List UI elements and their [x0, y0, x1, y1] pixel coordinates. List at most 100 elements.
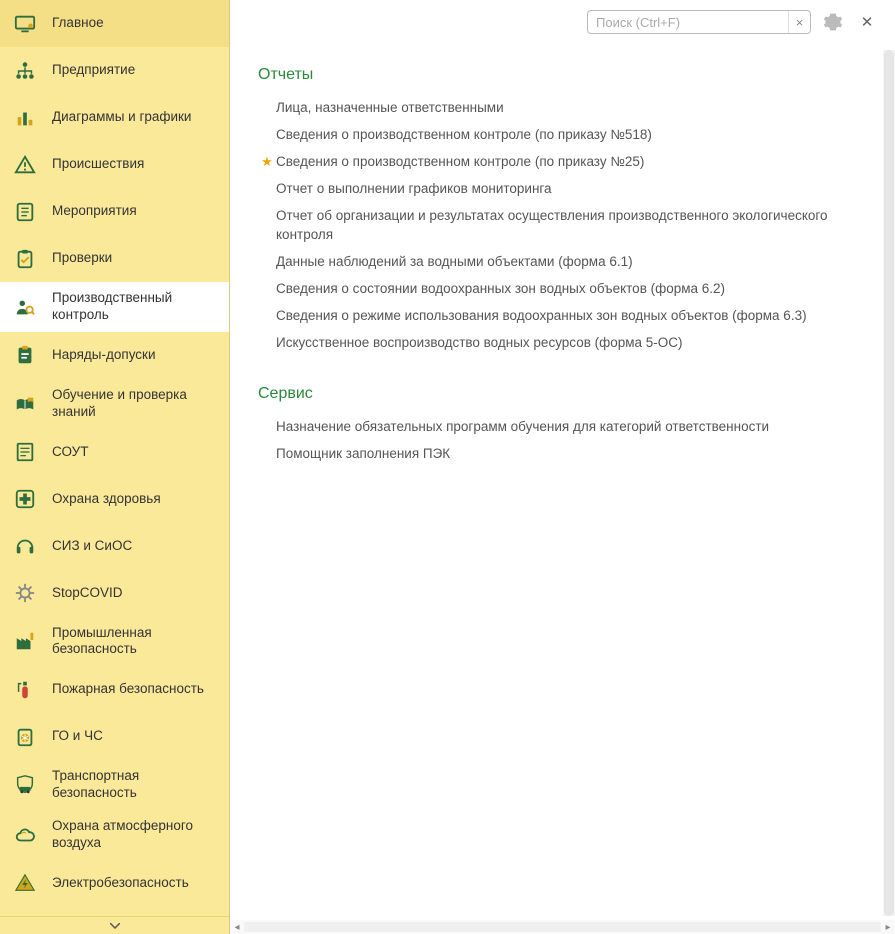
orgchart-icon: [14, 60, 36, 82]
search-input[interactable]: [588, 15, 788, 30]
sidebar-item-1[interactable]: Предприятие: [0, 47, 229, 94]
list-item: Лица, назначенные ответственными: [258, 94, 867, 121]
sidebar-item-label: Промышленная безопасность: [52, 625, 219, 659]
sidebar-item-label: Пожарная безопасность: [52, 681, 219, 698]
sidebar-item-9[interactable]: СОУТ: [0, 429, 229, 476]
star-icon[interactable]: [258, 334, 276, 335]
sidebar-item-10[interactable]: Охрана здоровья: [0, 476, 229, 523]
sidebar-item-13[interactable]: Промышленная безопасность: [0, 617, 229, 667]
form-icon: [14, 441, 36, 463]
sidebar-item-label: Предприятие: [52, 62, 219, 79]
sidebar-item-label: Диаграммы и графики: [52, 109, 219, 126]
section-title: Отчеты: [258, 66, 867, 84]
report-link[interactable]: Помощник заполнения ПЭК: [276, 445, 450, 463]
sidebar-item-2[interactable]: Диаграммы и графики: [0, 94, 229, 141]
sidebar-item-label: ГО и ЧС: [52, 728, 219, 745]
list-item: Помощник заполнения ПЭК: [258, 440, 867, 467]
sidebar-item-6[interactable]: Производственный контроль: [0, 282, 229, 332]
star-icon[interactable]: [258, 99, 276, 100]
list-item: Назначение обязательных программ обучени…: [258, 413, 867, 440]
report-link[interactable]: Лица, назначенные ответственными: [276, 99, 504, 117]
list-item: Отчет об организации и результатах осуще…: [258, 203, 867, 248]
sidebar-item-label: Охрана атмосферного воздуха: [52, 818, 219, 852]
report-link[interactable]: Данные наблюдений за водными объектами (…: [276, 253, 633, 271]
clipboard-check-icon: [14, 248, 36, 270]
close-icon: ✕: [861, 14, 874, 31]
settings-button[interactable]: [821, 10, 845, 34]
link-list: Лица, назначенные ответственными Сведения…: [258, 94, 867, 357]
monitor-icon: [14, 13, 36, 35]
star-icon[interactable]: [258, 445, 276, 446]
sidebar-item-15[interactable]: ГО и ЧС: [0, 713, 229, 760]
sidebar-item-0[interactable]: Главное: [0, 0, 229, 47]
extinguisher-icon: [14, 679, 36, 701]
sidebar-item-8[interactable]: Обучение и проверка знаний: [0, 379, 229, 429]
report-link[interactable]: Сведения о состоянии водоохранных зон во…: [276, 280, 725, 298]
sidebar-item-5[interactable]: Проверки: [0, 235, 229, 282]
star-icon[interactable]: [258, 207, 276, 208]
horizontal-scrollbar-track[interactable]: [244, 922, 881, 932]
document-list-icon: [14, 201, 36, 223]
scroll-right-arrow[interactable]: ▸: [881, 920, 895, 934]
sidebar-item-label: Главное: [52, 15, 219, 32]
report-link[interactable]: Назначение обязательных программ обучени…: [276, 418, 769, 436]
list-item: Сведения о производственном контроле (по…: [258, 121, 867, 148]
person-search-icon: [14, 296, 36, 318]
star-icon[interactable]: ★: [258, 153, 276, 170]
list-item: ★Сведения о производственном контроле (п…: [258, 148, 867, 175]
headphones-icon: [14, 535, 36, 557]
star-icon[interactable]: [258, 307, 276, 308]
badge-icon: [14, 344, 36, 366]
report-link[interactable]: Отчет об организации и результатах осуще…: [276, 207, 867, 243]
virus-icon: [14, 582, 36, 604]
star-icon[interactable]: [258, 180, 276, 181]
sidebar-item-4[interactable]: Мероприятия: [0, 188, 229, 235]
star-icon[interactable]: [258, 126, 276, 127]
sidebar-item-label: Транспортная безопасность: [52, 768, 219, 802]
sidebar-item-label: Наряды-допуски: [52, 347, 219, 364]
list-item: Отчет о выполнении графиков мониторинга: [258, 176, 867, 203]
electrical-warning-icon: [14, 872, 36, 894]
warning-triangle-icon: [14, 154, 36, 176]
sidebar-item-3[interactable]: Происшествия: [0, 141, 229, 188]
sidebar-item-12[interactable]: StopCOVID: [0, 570, 229, 617]
report-link[interactable]: Сведения о производственном контроле (по…: [276, 126, 652, 144]
vertical-scrollbar[interactable]: [883, 50, 895, 916]
report-link[interactable]: Сведения о режиме использования водоохра…: [276, 307, 807, 325]
horizontal-scrollbar[interactable]: ◂ ▸: [230, 920, 895, 934]
training-icon: [14, 393, 36, 415]
sidebar-item-label: Происшествия: [52, 156, 219, 173]
sidebar-item-16[interactable]: Транспортная безопасность: [0, 760, 229, 810]
sidebar-item-label: СИЗ и СиОС: [52, 538, 219, 555]
star-icon[interactable]: [258, 253, 276, 254]
list-item: Искусственное воспроизводство водных рес…: [258, 330, 867, 357]
sidebar-item-label: Проверки: [52, 250, 219, 267]
factory-icon: [14, 630, 36, 652]
vertical-scrollbar-thumb[interactable]: [884, 50, 894, 916]
sidebar-item-label: Обучение и проверка знаний: [52, 387, 219, 421]
search-clear-button[interactable]: ×: [788, 11, 810, 33]
main-content: × ✕ Отчеты Лица, назначенные ответственны…: [230, 0, 895, 934]
sidebar-item-label: Электробезопасность: [52, 875, 219, 892]
sidebar-item-18[interactable]: Электробезопасность: [0, 860, 229, 907]
cloud-icon: [14, 824, 36, 846]
sidebar-item-label: СОУТ: [52, 444, 219, 461]
sidebar-item-label: Охрана здоровья: [52, 491, 219, 508]
chart-icon: [14, 107, 36, 129]
sidebar-item-11[interactable]: СИЗ и СиОС: [0, 523, 229, 570]
scroll-left-arrow[interactable]: ◂: [230, 920, 244, 934]
sidebar-item-17[interactable]: Охрана атмосферного воздуха: [0, 810, 229, 860]
report-link[interactable]: Сведения о производственном контроле (по…: [276, 153, 644, 171]
sidebar-item-7[interactable]: Наряды-допуски: [0, 332, 229, 379]
star-icon[interactable]: [258, 280, 276, 281]
report-link[interactable]: Искусственное воспроизводство водных рес…: [276, 334, 683, 352]
sidebar-item-14[interactable]: Пожарная безопасность: [0, 666, 229, 713]
star-icon[interactable]: [258, 418, 276, 419]
sidebar-item-label: Производственный контроль: [52, 290, 219, 324]
civil-defence-icon: [14, 726, 36, 748]
panel-close-button[interactable]: ✕: [855, 10, 879, 34]
medical-cross-icon: [14, 488, 36, 510]
report-link[interactable]: Отчет о выполнении графиков мониторинга: [276, 180, 552, 198]
sidebar-more-arrow[interactable]: [0, 916, 229, 934]
chevron-down-icon: [110, 923, 120, 929]
